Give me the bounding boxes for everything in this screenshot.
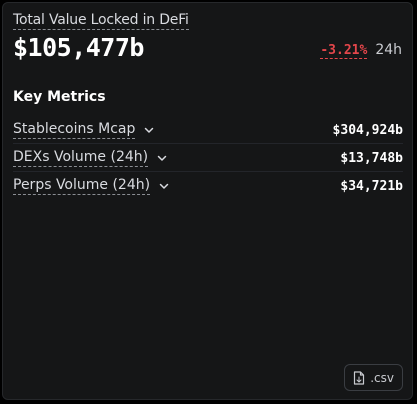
metric-value: $34,721b [340, 178, 403, 194]
metric-row-stablecoins: Stablecoins Mcap $304,924b [13, 117, 403, 144]
chevron-down-icon [145, 127, 154, 133]
download-csv-button[interactable]: .csv [344, 364, 403, 391]
metric-value: $304,924b [332, 122, 403, 138]
download-csv-label: .csv [370, 370, 394, 385]
tvl-card: Total Value Locked in DeFi $105,477b -3.… [2, 2, 413, 400]
tvl-change-group: -3.21% 24h [320, 42, 402, 59]
tvl-change-percent: -3.21% [320, 43, 368, 59]
tvl-value: $105,477b [13, 33, 144, 62]
metric-toggle-dexs-volume[interactable]: DEXs Volume (24h) [13, 149, 168, 167]
metric-row-perps-volume: Perps Volume (24h) $34,721b [13, 173, 403, 199]
file-icon [354, 370, 365, 385]
tvl-change-period: 24h [375, 42, 402, 58]
tvl-label: Total Value Locked in DeFi [13, 12, 189, 30]
chevron-down-icon [159, 183, 169, 189]
metric-value: $13,748b [340, 150, 403, 166]
metric-label: DEXs Volume (24h) [13, 149, 149, 167]
metric-row-dexs-volume: DEXs Volume (24h) $13,748b [13, 145, 403, 172]
metric-toggle-perps-volume[interactable]: Perps Volume (24h) [13, 177, 170, 195]
key-metrics-heading: Key Metrics [13, 89, 106, 105]
metric-label: Stablecoins Mcap [13, 121, 136, 139]
metric-toggle-stablecoins[interactable]: Stablecoins Mcap [13, 121, 155, 139]
chevron-down-icon [157, 155, 167, 161]
metric-label: Perps Volume (24h) [13, 177, 151, 195]
